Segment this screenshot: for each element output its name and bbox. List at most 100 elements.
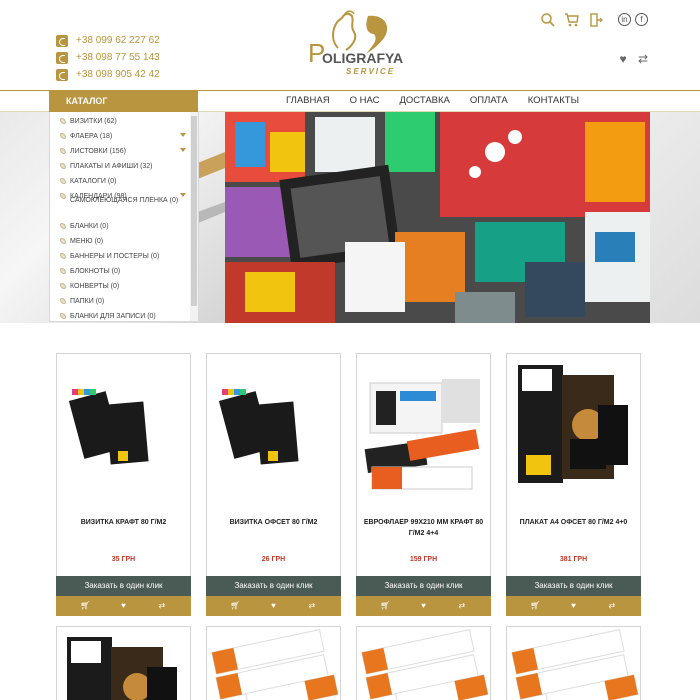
- catalog-item-label: МЕНЮ (0): [70, 237, 104, 245]
- compare-icon[interactable]: ⇄: [306, 600, 318, 612]
- compare-icon[interactable]: ⇄: [456, 600, 468, 612]
- site-header: +38 099 62 227 62 +38 098 77 55 143 +38 …: [0, 0, 700, 90]
- compare-icon[interactable]: ⇄: [636, 52, 650, 66]
- linkedin-icon[interactable]: in: [618, 13, 631, 26]
- quick-order-button[interactable]: Заказать в один клик: [206, 576, 341, 596]
- product-card[interactable]: [506, 626, 641, 700]
- poster-mockup: [518, 365, 628, 483]
- quick-order-button[interactable]: Заказать в один клик: [56, 576, 191, 596]
- catalog-item[interactable]: БЛАНКИ (0): [60, 219, 192, 233]
- product-title[interactable]: ЕВРОФЛАЕР 99Х210 ММ КРАФТ 80 Г/М2 4+4: [363, 517, 484, 539]
- product-card[interactable]: [56, 626, 191, 700]
- product-title[interactable]: ПЛАКАТ А4 ОФСЕТ 80 Г/М2 4+0: [513, 517, 634, 528]
- catalog-item[interactable]: БАННЕРЫ И ПОСТЕРЫ (0): [60, 249, 192, 263]
- wishlist-icon[interactable]: ♥: [117, 600, 129, 612]
- compare-icon[interactable]: ⇄: [606, 600, 618, 612]
- catalog-dropdown: ВИЗИТКИ (62) ФЛАЕРА (18) ЛИСТОВКИ (156) …: [49, 112, 199, 322]
- logo-name: OLIGRAFYA: [322, 50, 404, 66]
- catalog-item-label: САМОКЛЕЮЩАЯСЯ ПЛЕНКА (0): [70, 197, 179, 204]
- product-actions: 🛒︎ ♥ ⇄: [206, 596, 341, 616]
- leaf-icon: [60, 223, 66, 229]
- letterhead-mockup: [361, 629, 489, 700]
- header-tools: [540, 12, 612, 28]
- catalog-button[interactable]: КАТАЛОГ: [49, 90, 198, 113]
- login-icon[interactable]: [588, 12, 604, 28]
- nav-item-home[interactable]: ГЛАВНАЯ: [286, 91, 330, 111]
- phone-item[interactable]: +38 098 905 42 42: [56, 66, 160, 83]
- catalog-item[interactable]: ПАПКИ (0): [60, 294, 192, 308]
- cart-icon[interactable]: 🛒︎: [229, 600, 241, 612]
- leaf-icon: [60, 178, 66, 184]
- nav-item-contacts[interactable]: КОНТАКТЫ: [528, 91, 579, 111]
- catalog-item[interactable]: КАТАЛОГИ (0): [60, 174, 192, 188]
- quick-order-button[interactable]: Заказать в один клик: [356, 576, 491, 596]
- business-card-mockup: [68, 389, 149, 465]
- wishlist-icon[interactable]: ♥: [267, 600, 279, 612]
- letterhead-mockup: [511, 629, 639, 700]
- site-logo[interactable]: P OLIGRAFYA SERVICE: [308, 10, 408, 78]
- product-card[interactable]: ЕВРОФЛАЕР 99Х210 ММ КРАФТ 80 Г/М2 4+4 15…: [356, 353, 491, 616]
- product-actions: 🛒︎ ♥ ⇄: [356, 596, 491, 616]
- chevron-down-icon[interactable]: [180, 148, 186, 152]
- nav-item-payment[interactable]: ОПЛАТА: [470, 91, 508, 111]
- leaf-icon: [60, 298, 66, 304]
- product-card[interactable]: [206, 626, 341, 700]
- product-image[interactable]: [58, 355, 189, 505]
- product-card[interactable]: ВИЗИТКА КРАФТ 80 Г/М2 35 ГРН Заказать в …: [56, 353, 191, 616]
- product-price: 26 ГРН: [261, 556, 286, 563]
- nav-item-delivery[interactable]: ДОСТАВКА: [399, 91, 449, 111]
- catalog-item[interactable]: ЛИСТОВКИ (156): [60, 144, 192, 158]
- catalog-item[interactable]: ВИЗИТКИ (62): [60, 114, 192, 128]
- hero-main-image[interactable]: [225, 112, 650, 323]
- product-card[interactable]: ПЛАКАТ А4 ОФСЕТ 80 Г/М2 4+0 381 ГРН Зака…: [506, 353, 641, 616]
- product-card[interactable]: ВИЗИТКА ОФСЕТ 80 Г/М2 26 ГРН Заказать в …: [206, 353, 341, 616]
- phone-item[interactable]: +38 099 62 227 62: [56, 32, 160, 49]
- catalog-item[interactable]: ФЛАЕРА (18): [60, 129, 192, 143]
- product-image[interactable]: [208, 355, 339, 505]
- facebook-icon[interactable]: f: [635, 13, 648, 26]
- catalog-item[interactable]: САМОКЛЕЮЩАЯСЯ ПЛЕНКА (0): [60, 197, 192, 213]
- leaf-icon: [60, 268, 66, 274]
- catalog-item[interactable]: МЕНЮ (0): [60, 234, 192, 248]
- hero-right-image: [650, 112, 700, 323]
- nav-item-about[interactable]: О НАС: [350, 91, 380, 111]
- catalog-item-label: БЛАНКИ (0): [70, 222, 109, 230]
- catalog-scrollbar[interactable]: [190, 112, 198, 321]
- catalog-item-label: ПАПКИ (0): [70, 297, 105, 305]
- catalog-item[interactable]: БЛАНКИ ДЛЯ ЗАПИСИ (0): [60, 309, 192, 321]
- leaf-icon: [60, 283, 66, 289]
- product-actions: 🛒︎ ♥ ⇄: [506, 596, 641, 616]
- phone-number: +38 098 77 55 143: [76, 52, 160, 63]
- chevron-down-icon[interactable]: [180, 133, 186, 137]
- search-icon[interactable]: [540, 12, 556, 28]
- catalog-item-label: ПЛАКАТЫ И АФИШИ (32): [70, 162, 153, 170]
- product-image[interactable]: [358, 355, 489, 505]
- catalog-item-label: КОНВЕРТЫ (0): [70, 282, 120, 290]
- phone-number: +38 099 62 227 62: [76, 35, 160, 46]
- letterhead-mockup: [211, 629, 339, 700]
- cart-icon[interactable]: 🛒︎: [79, 600, 91, 612]
- main-nav: КАТАЛОГ ГЛАВНАЯ О НАС ДОСТАВКА ОПЛАТА КО…: [0, 90, 700, 113]
- catalog-item[interactable]: БЛОКНОТЫ (0): [60, 264, 192, 278]
- quick-order-button[interactable]: Заказать в один клик: [506, 576, 641, 596]
- product-price: 159 ГРН: [409, 556, 438, 563]
- wishlist-icon[interactable]: ♥: [417, 600, 429, 612]
- phone-item[interactable]: +38 098 77 55 143: [56, 49, 160, 66]
- product-title[interactable]: ВИЗИТКА КРАФТ 80 Г/М2: [63, 517, 184, 528]
- cart-icon[interactable]: [564, 12, 580, 28]
- wishlist-icon[interactable]: ♥: [567, 600, 579, 612]
- scrollbar-thumb[interactable]: [191, 116, 197, 306]
- product-price: 35 ГРН: [111, 556, 136, 563]
- compare-icon[interactable]: ⇄: [156, 600, 168, 612]
- social-links: in f: [618, 13, 652, 26]
- wishlist-icon[interactable]: ♥: [616, 52, 630, 66]
- product-price: 381 ГРН: [559, 556, 588, 563]
- phone-icon: [56, 51, 68, 64]
- catalog-item[interactable]: ПЛАКАТЫ И АФИШИ (32): [60, 159, 192, 173]
- catalog-item[interactable]: КОНВЕРТЫ (0): [60, 279, 192, 293]
- product-image[interactable]: [508, 355, 639, 505]
- product-card[interactable]: [356, 626, 491, 700]
- cart-icon[interactable]: 🛒︎: [529, 600, 541, 612]
- product-title[interactable]: ВИЗИТКА ОФСЕТ 80 Г/М2: [213, 517, 334, 528]
- cart-icon[interactable]: 🛒︎: [379, 600, 391, 612]
